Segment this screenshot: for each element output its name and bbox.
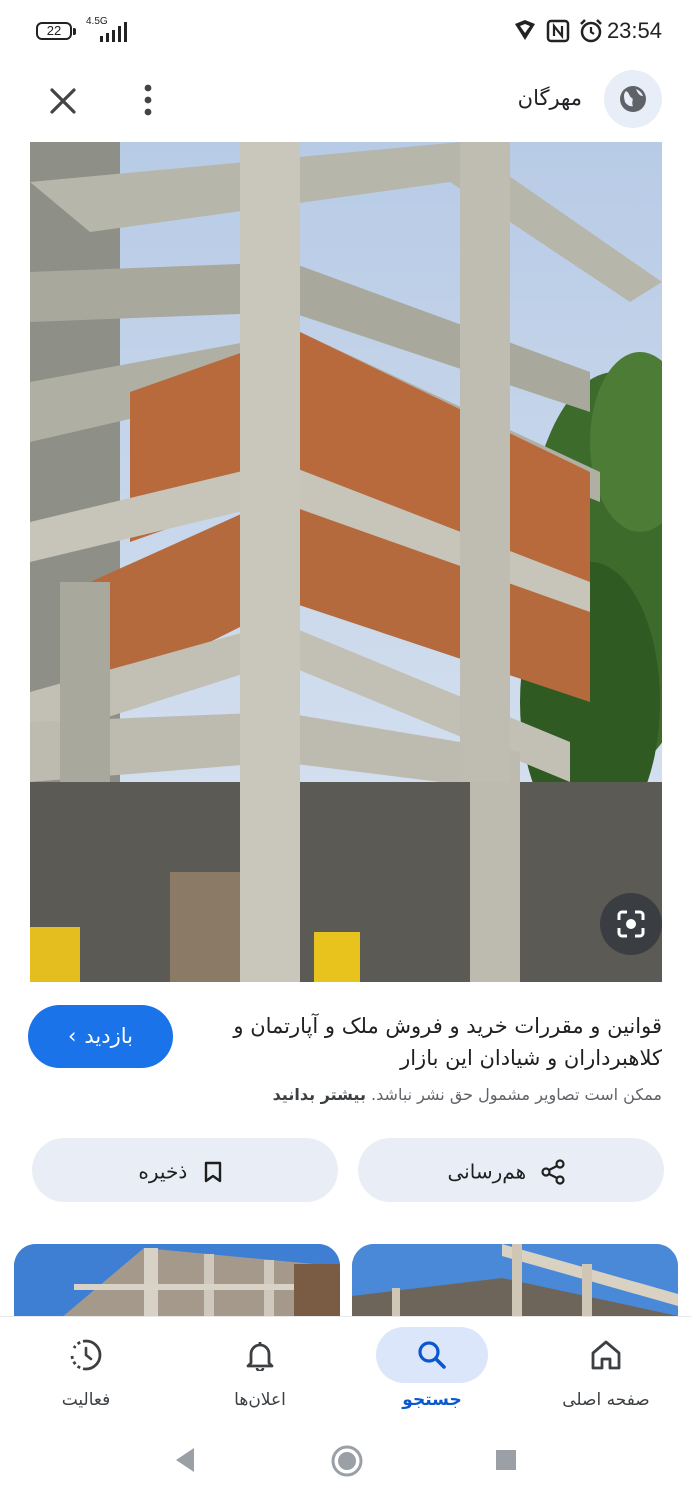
more-options-icon[interactable] bbox=[128, 78, 168, 124]
nav-item-activity[interactable]: فعالیت bbox=[0, 1317, 172, 1421]
shield-icon bbox=[515, 20, 535, 40]
system-navigation-bar bbox=[0, 1420, 692, 1500]
battery-icon: 22 bbox=[36, 22, 76, 40]
globe-icon bbox=[620, 86, 646, 112]
nfc-icon bbox=[546, 19, 570, 43]
nav-label: صفحه اصلی bbox=[562, 1390, 650, 1410]
alarm-icon bbox=[580, 19, 602, 43]
nav-icon-container bbox=[30, 1327, 142, 1383]
related-building-photo bbox=[14, 1244, 340, 1324]
search-icon bbox=[418, 1341, 446, 1369]
learn-more-link[interactable]: بیشتر بدانید bbox=[273, 1085, 366, 1104]
related-building-photo bbox=[352, 1244, 678, 1324]
nav-icon-container bbox=[204, 1327, 316, 1383]
nav-icon-container bbox=[376, 1327, 488, 1383]
lens-button[interactable] bbox=[600, 893, 662, 955]
activity-icon bbox=[70, 1339, 102, 1371]
notice-text: ممکن است تصاویر مشمول حق نشر نباشد. bbox=[371, 1085, 662, 1104]
clock: 23:54 bbox=[606, 18, 662, 43]
bookmark-icon bbox=[204, 1161, 221, 1182]
site-name[interactable]: مهرگان bbox=[518, 86, 582, 110]
result-title[interactable]: قوانین و مقررات خرید و فروش ملک و آپارتم… bbox=[222, 1010, 662, 1074]
recents-icon[interactable] bbox=[494, 1448, 518, 1472]
nav-item-search[interactable]: جستجو bbox=[346, 1317, 518, 1421]
home-icon bbox=[591, 1340, 621, 1370]
status-bar: 22 4.5G 23:54 bbox=[0, 0, 692, 62]
share-icon bbox=[541, 1158, 566, 1185]
back-icon[interactable] bbox=[172, 1446, 198, 1474]
related-image[interactable] bbox=[14, 1244, 340, 1324]
nav-label: فعالیت bbox=[61, 1390, 111, 1410]
close-icon[interactable] bbox=[40, 78, 86, 124]
save-label: ذخیره bbox=[138, 1159, 188, 1184]
nav-label: جستجو bbox=[402, 1390, 462, 1410]
nav-item-notifications[interactable]: اعلان‌ها bbox=[174, 1317, 346, 1421]
top-app-bar: مهرگان bbox=[0, 62, 692, 142]
nav-icon-container bbox=[550, 1327, 662, 1383]
share-button[interactable]: هم‌رسانی bbox=[358, 1138, 664, 1202]
bottom-navigation: صفحه اصلی جستجو اعلان‌ها bbox=[0, 1316, 692, 1421]
building-photo bbox=[30, 142, 662, 982]
bell-icon bbox=[246, 1342, 274, 1371]
share-label: هم‌رسانی bbox=[447, 1159, 527, 1184]
google-lens-icon bbox=[617, 910, 645, 938]
signal-icon bbox=[100, 22, 127, 42]
related-image[interactable] bbox=[352, 1244, 678, 1324]
result-image[interactable] bbox=[30, 142, 662, 982]
visit-label: بازدید bbox=[84, 1024, 133, 1048]
chevron-left-icon: ‹ bbox=[67, 1024, 77, 1048]
nav-label: اعلان‌ها bbox=[234, 1390, 286, 1410]
save-button[interactable]: ذخیره bbox=[32, 1138, 338, 1202]
copyright-notice: ممکن است تصاویر مشمول حق نشر نباشد. بیشت… bbox=[273, 1085, 662, 1104]
battery-level: 22 bbox=[46, 23, 62, 38]
site-favicon bbox=[604, 70, 662, 128]
visit-button[interactable]: ‹ بازدید bbox=[28, 1005, 173, 1068]
nav-item-home[interactable]: صفحه اصلی bbox=[520, 1317, 692, 1421]
home-button-icon[interactable] bbox=[330, 1444, 364, 1478]
